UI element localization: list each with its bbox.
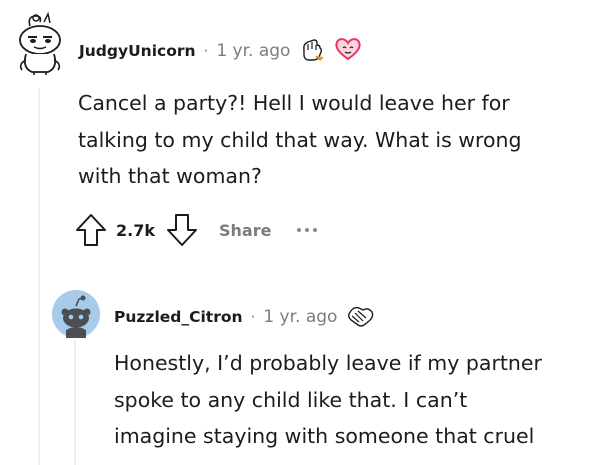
comment-meta: Puzzled_Citron · 1 yr. ago — [114, 302, 374, 332]
comment-body-line: Cancel a party?! Hell I would leave her … — [78, 91, 510, 115]
timestamp[interactable]: 1 yr. ago — [216, 41, 290, 61]
comment: JudgyUnicorn · 1 yr. ago Cancel a party?… — [0, 0, 598, 290]
comment-body-line: spoke to any child like that. I can’t — [114, 387, 468, 412]
avatar[interactable] — [10, 10, 66, 76]
timestamp[interactable]: 1 yr. ago — [263, 307, 337, 327]
upvote-arrow-icon[interactable] — [74, 212, 108, 248]
username[interactable]: JudgyUnicorn — [79, 42, 196, 60]
comment-body-line: Honestly, I’d probably leave if my partn… — [114, 351, 542, 375]
share-button[interactable]: Share — [219, 221, 271, 240]
vote-count: 2.7k — [116, 220, 155, 240]
comment-body-line: imagine staying with someone that cruel — [114, 424, 535, 448]
downvote-arrow-icon[interactable] — [165, 212, 199, 248]
more-options-icon[interactable] — [297, 228, 318, 232]
snoo-avatar-icon — [52, 290, 100, 338]
unicorn-snoo-avatar-icon — [19, 11, 61, 75]
comment-body-line: talking to my child that way. What is wr… — [78, 127, 522, 152]
username[interactable]: Puzzled_Citron — [114, 308, 243, 326]
meta-separator: · — [250, 308, 256, 326]
comment: Puzzled_Citron · 1 yr. ago Honestly, I’d… — [0, 285, 598, 465]
comment-meta: JudgyUnicorn · 1 yr. ago — [79, 36, 362, 66]
heart-award-icon[interactable] — [334, 36, 362, 66]
comment-actions: 2.7k Share — [74, 212, 318, 248]
handshake-award-icon[interactable] — [346, 302, 374, 332]
fist-bump-award-icon[interactable] — [299, 36, 325, 66]
avatar[interactable] — [52, 290, 100, 338]
comment-body-line: with that woman? — [78, 164, 262, 188]
comment-body: Cancel a party?! Hell I would leave her … — [78, 85, 588, 195]
meta-separator: · — [203, 42, 209, 60]
comment-body: Honestly, I’d probably leave if my partn… — [114, 345, 594, 455]
